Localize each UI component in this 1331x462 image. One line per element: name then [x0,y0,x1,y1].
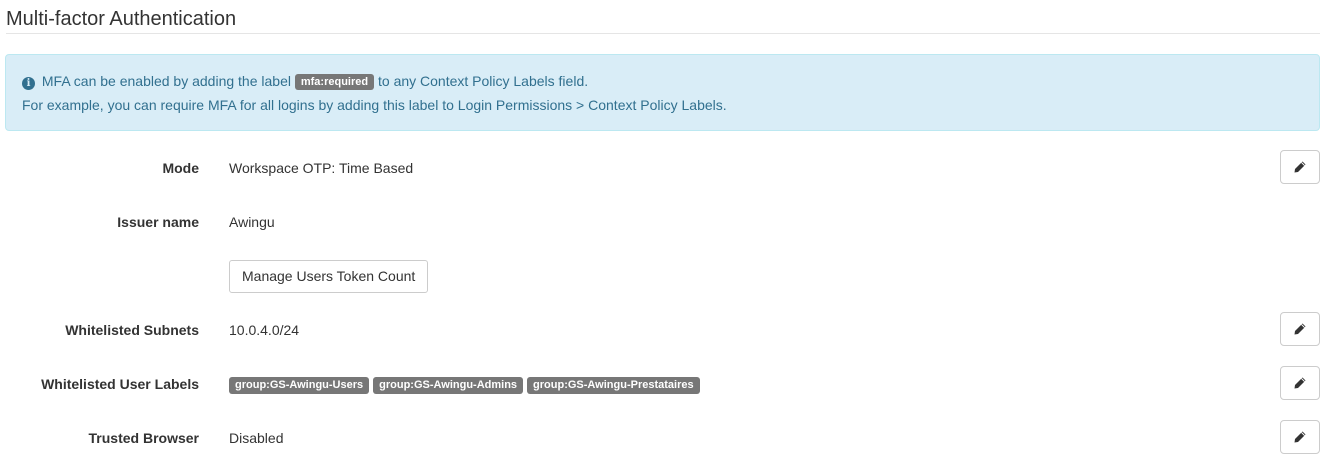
trusted-browser-value: Disabled [229,430,284,446]
edit-subnets-button[interactable] [1280,312,1320,346]
mode-row: Mode Workspace OTP: Time Based [0,150,1331,186]
alert-line-1-suffix: to any Context Policy Labels field. [378,73,589,89]
trusted-browser-label: Trusted Browser [88,430,199,446]
user-labels-tags: group:GS-Awingu-Users group:GS-Awingu-Adm… [229,366,704,402]
pencil-icon [1294,161,1306,173]
page-title: Multi-factor Authentication [6,8,237,30]
manage-users-token-count-button[interactable]: Manage Users Token Count [229,260,429,293]
alert-line-1: i MFA can be enabled by adding the label… [22,70,1304,94]
edit-trusted-browser-button[interactable] [1280,420,1320,454]
user-label-tag: group:GS-Awingu-Prestataires [527,376,700,394]
issuer-value: Awingu [229,214,275,230]
edit-mode-button[interactable] [1280,150,1320,184]
issuer-label: Issuer name [117,214,199,230]
user-label-tag: group:GS-Awingu-Admins [373,376,524,394]
subnets-label: Whitelisted Subnets [65,322,199,338]
subnets-value: 10.0.4.0/24 [229,322,300,338]
user-label-tag: group:GS-Awingu-Users [229,376,370,394]
mode-value: Workspace OTP: Time Based [229,160,414,176]
alert-line-1-prefix: MFA can be enabled by adding the label [41,73,291,89]
user-labels-row: Whitelisted User Labels group:GS-Awingu-… [0,366,1331,402]
pencil-icon [1294,323,1306,335]
pencil-icon [1294,431,1306,443]
trusted-browser-row: Trusted Browser Disabled [0,420,1331,456]
pencil-icon [1294,377,1306,389]
mfa-required-label: mfa:required [294,74,375,90]
user-labels-label: Whitelisted User Labels [41,376,199,392]
issuer-row: Issuer name Awingu [0,204,1331,240]
title-divider [6,33,1320,34]
edit-user-labels-button[interactable] [1280,366,1320,400]
info-alert: i MFA can be enabled by adding the label… [5,54,1320,131]
mode-label: Mode [162,160,199,176]
alert-line-2: For example, you can require MFA for all… [22,97,727,113]
info-circle-icon: i [22,77,35,90]
subnets-row: Whitelisted Subnets 10.0.4.0/24 [0,312,1331,348]
